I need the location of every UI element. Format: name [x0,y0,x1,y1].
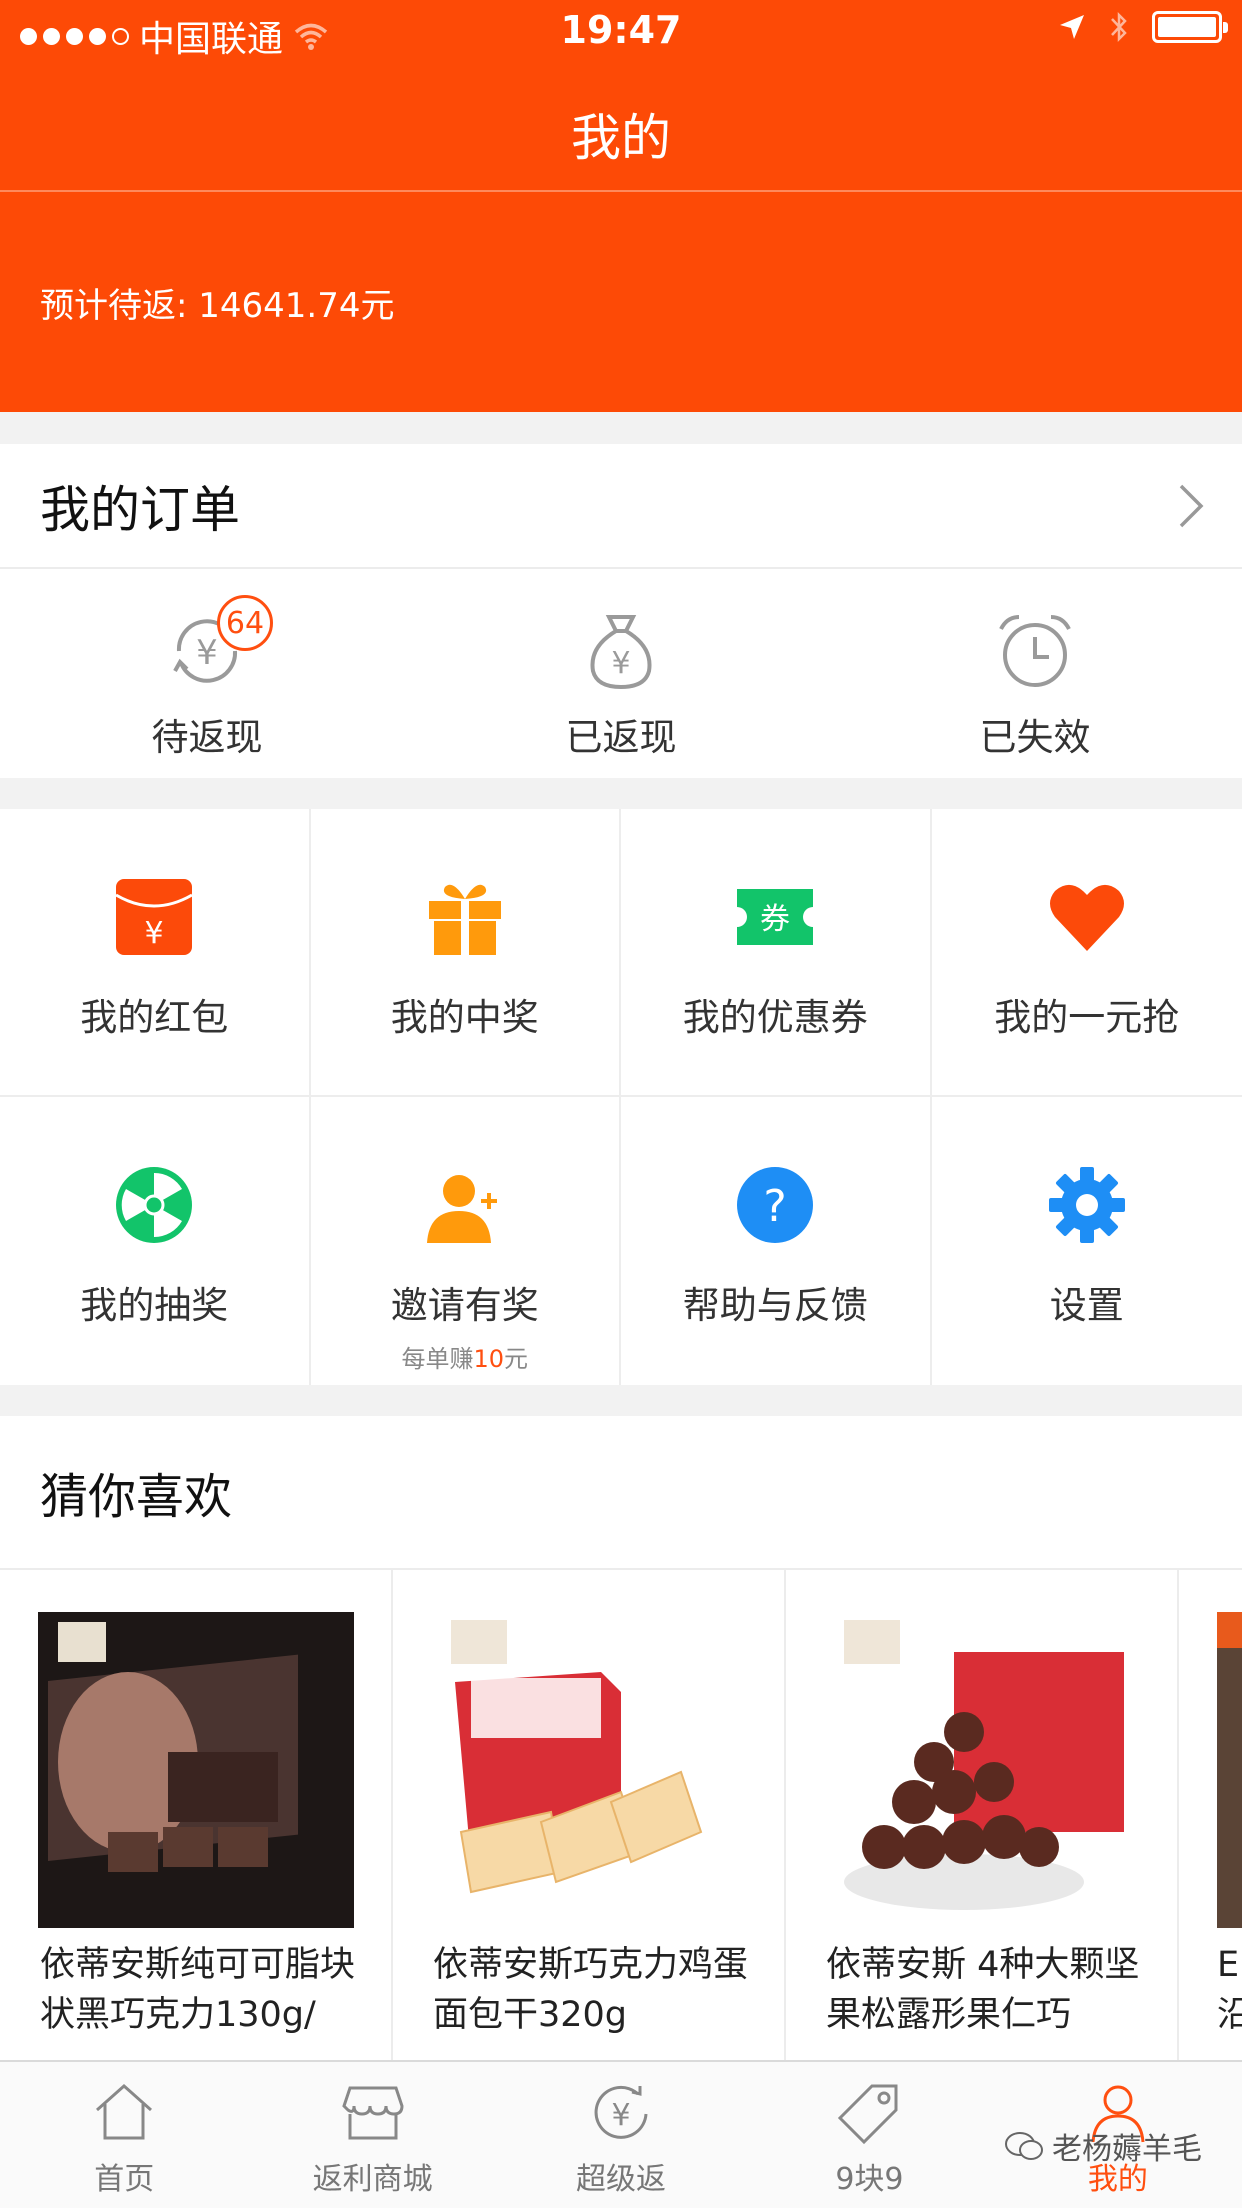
svg-text:¥: ¥ [611,2098,630,2133]
product-name: 依蒂安斯 4种大颗坚果松露形果仁巧 [826,1945,1140,2035]
tab-super-rebate[interactable]: ¥ 超级返 [497,2062,745,2208]
alarm-clock-icon [993,609,1077,693]
add-user-icon [426,1175,497,1243]
chevron-right-icon [1179,484,1204,527]
orders-title: 我的订单 [40,480,240,539]
order-expired-label: 已失效 [979,716,1091,759]
coupon-icon: 券 [737,889,814,945]
help-icon: ? [737,1167,814,1243]
product-card[interactable]: 依蒂安斯巧克力鸡蛋面包干320g [393,1570,786,2066]
grid-one-yuan[interactable]: 我的一元抢 [931,809,1242,1097]
product-card[interactable]: 依蒂安斯纯可可脂块状黑巧克力130g/ [0,1570,393,2066]
order-expired[interactable]: 已失效 [828,569,1242,776]
gear-icon [1048,1167,1125,1243]
product-name: 依蒂安斯纯可可脂块状黑巧克力130g/ [40,1945,356,2035]
order-returned-label: 已返现 [565,716,677,759]
pending-cash-icon: ¥ 64 [165,595,273,693]
recommend-section: 猜你喜欢 依蒂安斯纯可可脂块状黑巧克力130g/ 依蒂安斯巧克力鸡蛋面包干320… [0,1416,1242,2066]
my-orders-row[interactable]: 我的订单 [0,444,1242,569]
tab-label: 超级返 [576,2162,667,2197]
product-name: 依蒂安斯巧克力鸡蛋面包干320g [433,1945,749,2035]
grid-settings[interactable]: 设置 [932,1097,1242,1385]
divider [0,190,1242,192]
header: 中国联通 19:47 我的 预计待返: 14641.74元 [0,0,1242,412]
grid-label: 我的中奖 [390,996,539,1039]
product-image [431,1612,747,1928]
tab-mall[interactable]: 返利商城 [248,2062,496,2208]
product-carousel[interactable]: 依蒂安斯纯可可脂块状黑巧克力130g/ 依蒂安斯巧克力鸡蛋面包干320g 依蒂安… [0,1570,1242,2066]
grid-label: 我的一元抢 [994,996,1180,1039]
rebate-icon: ¥ [594,2085,648,2139]
svg-text:¥: ¥ [611,646,630,681]
tab-home[interactable]: 首页 [0,2062,248,2208]
product-name: E…沿 [1217,1945,1242,2035]
recommend-title: 猜你喜欢 [0,1416,1242,1570]
grid-label: 设置 [1049,1284,1124,1327]
svg-text:¥: ¥ [145,916,164,951]
price-tag-icon [838,2084,898,2145]
grid-label: 我的优惠券 [682,996,868,1039]
svg-text:券: 券 [760,902,790,937]
grid-label: 我的红包 [80,996,229,1039]
page-title: 我的 [571,109,671,167]
bluetooth-icon [1111,11,1127,43]
order-pending-label: 待返现 [151,716,263,759]
order-returned[interactable]: ¥ 已返现 [414,569,828,776]
tab-label: 返利商城 [312,2162,433,2197]
orders-card: 我的订单 ¥ 64 待返现 ¥ 已返现 已失效 [0,444,1242,778]
location-icon [1060,15,1084,39]
svg-text:¥: ¥ [196,633,218,673]
grid-label: 邀请有奖 [390,1284,539,1327]
feature-grid: ¥ 我的红包 我的中奖 券 我的优惠券 我的一元抢 我的抽奖 邀请有奖 每单赚1… [0,809,1242,1385]
gift-icon [428,884,501,955]
grid-help[interactable]: ? 帮助与反馈 [621,1097,932,1385]
pending-count-badge: 64 [217,595,273,651]
product-image [38,1612,354,1928]
grid-lottery[interactable]: 我的抽奖 [0,1097,311,1385]
lottery-wheel-icon [116,1167,193,1243]
wechat-icon [1005,2132,1043,2160]
grid-label: 帮助与反馈 [682,1284,868,1327]
red-packet-icon: ¥ [115,879,194,955]
pending-cashback: 预计待返: 14641.74元 [40,286,395,326]
watermark: 老杨薅羊毛 [1004,2124,1202,2168]
product-card[interactable]: 依蒂安斯 4种大颗坚果松露形果仁巧 [786,1570,1179,2066]
heart-icon [1049,884,1124,951]
tab-nine-nine[interactable]: 9块9 [745,2062,993,2208]
svg-text:?: ? [764,1181,787,1232]
grid-red-packet[interactable]: ¥ 我的红包 [0,809,311,1097]
battery-icon [1152,11,1228,43]
status-bar: 中国联通 19:47 [0,0,1242,60]
grid-coupon[interactable]: 券 我的优惠券 [621,809,932,1097]
store-icon [341,2086,404,2140]
clock: 19:47 [560,8,682,52]
home-icon [96,2083,153,2140]
grid-prize[interactable]: 我的中奖 [310,809,621,1097]
tab-label: 首页 [94,2162,155,2197]
product-image [824,1612,1140,1928]
tab-label: 9块9 [835,2162,904,2197]
money-bag-icon: ¥ [579,609,663,693]
order-pending[interactable]: ¥ 64 待返现 [0,569,414,776]
grid-label: 我的抽奖 [80,1284,229,1327]
grid-invite[interactable]: 邀请有奖 每单赚10元 [311,1097,621,1385]
invite-reward-note: 每单赚10元 [401,1345,529,1373]
product-card[interactable]: E…沿 [1179,1570,1242,2066]
product-image [1217,1612,1242,1928]
profile-page: 中国联通 19:47 我的 预计待返: 14641.74元 我的订单 ¥ 64 … [0,0,1242,2208]
